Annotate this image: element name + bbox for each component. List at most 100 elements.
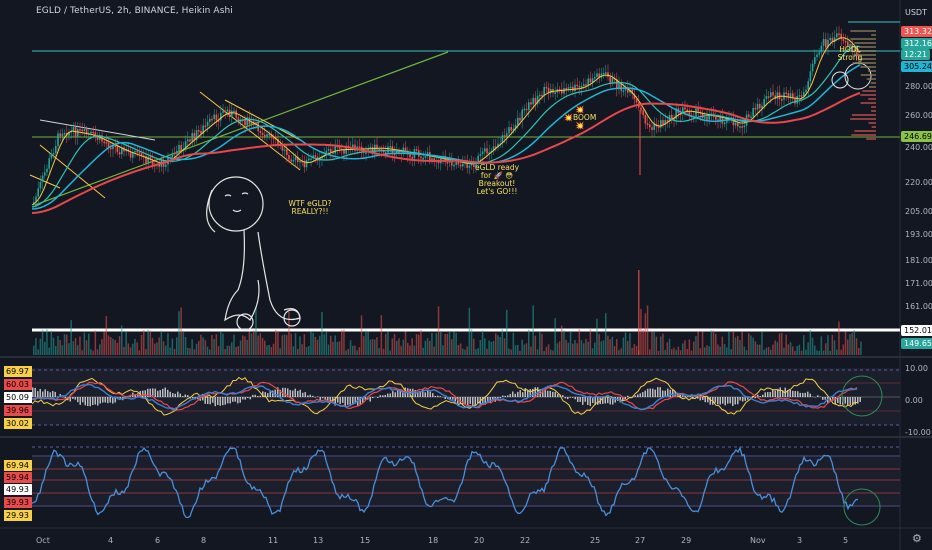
- histogram-bar: [72, 397, 74, 399]
- price-badge: 312.16: [901, 38, 932, 49]
- histogram-bar: [662, 390, 664, 397]
- volume-bar: [580, 340, 583, 355]
- volume-bar: [761, 331, 763, 355]
- histogram-bar: [337, 397, 339, 403]
- candle: [310, 158, 312, 160]
- gear-icon[interactable]: ⚙: [912, 532, 922, 545]
- volume-bar: [138, 350, 141, 355]
- candle: [358, 146, 361, 149]
- chart-canvas[interactable]: [0, 0, 932, 550]
- candle: [486, 148, 488, 154]
- candle: [39, 181, 42, 189]
- volume-bar: [844, 331, 847, 355]
- candle: [580, 86, 583, 88]
- volume-bar: [63, 334, 66, 355]
- volume-bar: [464, 349, 466, 355]
- volume-bar: [363, 336, 365, 355]
- annotation-line: 💥BOOM 💥: [563, 113, 597, 130]
- volume-bar: [37, 349, 39, 355]
- histogram-bar: [172, 393, 174, 397]
- volume-bar: [825, 343, 827, 355]
- histogram-bar: [502, 395, 504, 397]
- volume-bar: [796, 346, 798, 355]
- price-plot[interactable]: [31, 26, 862, 214]
- volume-bar: [618, 350, 620, 355]
- volume-bar: [250, 333, 253, 355]
- candle: [704, 117, 706, 119]
- histogram-bar: [377, 397, 379, 398]
- candle: [226, 109, 229, 112]
- volume-bar: [156, 342, 158, 355]
- rsi-level-badge: 30.02: [4, 418, 32, 429]
- volume-bar: [310, 331, 312, 355]
- candle: [534, 97, 537, 104]
- histogram-bar: [524, 388, 526, 397]
- volume-bar: [506, 309, 508, 355]
- volume-bar: [244, 336, 246, 355]
- volume-bar: [330, 335, 332, 355]
- volume-bar: [646, 305, 649, 355]
- annotation-boom[interactable]: 💥 💥BOOM 💥: [560, 106, 600, 130]
- histogram-bar: [607, 397, 609, 404]
- histogram-bar: [154, 388, 156, 397]
- candle: [805, 89, 807, 93]
- candle: [83, 129, 86, 131]
- volume-bar: [644, 313, 647, 355]
- candle: [778, 92, 781, 100]
- candle: [622, 90, 625, 92]
- candle: [198, 130, 200, 132]
- volume-bar: [83, 332, 86, 355]
- osc-axis-label: 10.00: [905, 364, 928, 373]
- volume-bar: [695, 336, 697, 355]
- currency-label[interactable]: USDT: [905, 6, 927, 20]
- volume-bar: [578, 329, 581, 355]
- candle: [211, 118, 213, 121]
- volume-bar: [770, 349, 772, 355]
- histogram-bar: [257, 395, 259, 397]
- time-axis-label: 6: [155, 536, 161, 545]
- histogram-bar: [159, 390, 161, 397]
- annotation-wtf[interactable]: WTF eGLD? REALLY?!!: [280, 200, 340, 216]
- annotation-hodl[interactable]: HODL Strong: [830, 46, 870, 62]
- candle: [409, 154, 411, 158]
- candle: [543, 86, 545, 96]
- volume-bar: [536, 349, 539, 355]
- volume-bar: [264, 340, 266, 355]
- volume-bar: [99, 344, 101, 355]
- histogram-bar: [824, 397, 826, 400]
- volume-bar: [765, 347, 768, 355]
- channel-line[interactable]: [39, 144, 106, 199]
- volume-bar: [312, 332, 314, 355]
- volume-profile-bar: [850, 30, 876, 32]
- histogram-bar: [344, 397, 346, 407]
- histogram-bar: [854, 397, 856, 405]
- volume-bar: [816, 350, 818, 355]
- volume-bar: [440, 330, 442, 355]
- uptrend-line[interactable]: [34, 51, 449, 206]
- time-axis-label: 3: [797, 536, 803, 545]
- volume-bar: [290, 333, 292, 355]
- histogram-bar: [299, 389, 301, 397]
- ema-fast-line[interactable]: [31, 37, 861, 206]
- volume-bar: [728, 331, 730, 355]
- volume-bar: [616, 339, 618, 355]
- volume-bar: [448, 331, 451, 355]
- volume-bar: [763, 349, 765, 355]
- annotation-breakout[interactable]: eGLD ready for 🚀 😳 Breakout! Let's GO!!!: [468, 164, 526, 196]
- annotation-line: REALLY?!!: [291, 207, 329, 216]
- volume-bar: [292, 346, 295, 355]
- symbol-title[interactable]: EGLD / TetherUS, 2h, BINANCE, Heikin Ash…: [36, 6, 233, 16]
- candle: [244, 119, 246, 126]
- candle: [299, 160, 301, 163]
- histogram-bar: [394, 392, 396, 397]
- stochastic-panel[interactable]: [31, 446, 900, 526]
- stoch-level-badge: 59.94: [4, 472, 32, 483]
- volume-bar: [228, 345, 231, 355]
- volume-bar: [836, 349, 838, 355]
- candle: [105, 141, 108, 144]
- volume-bar: [528, 329, 530, 355]
- volume-bar: [583, 343, 585, 355]
- volume-bar: [794, 350, 796, 355]
- volume-bar: [664, 350, 666, 355]
- rsi-panel[interactable]: [31, 368, 900, 426]
